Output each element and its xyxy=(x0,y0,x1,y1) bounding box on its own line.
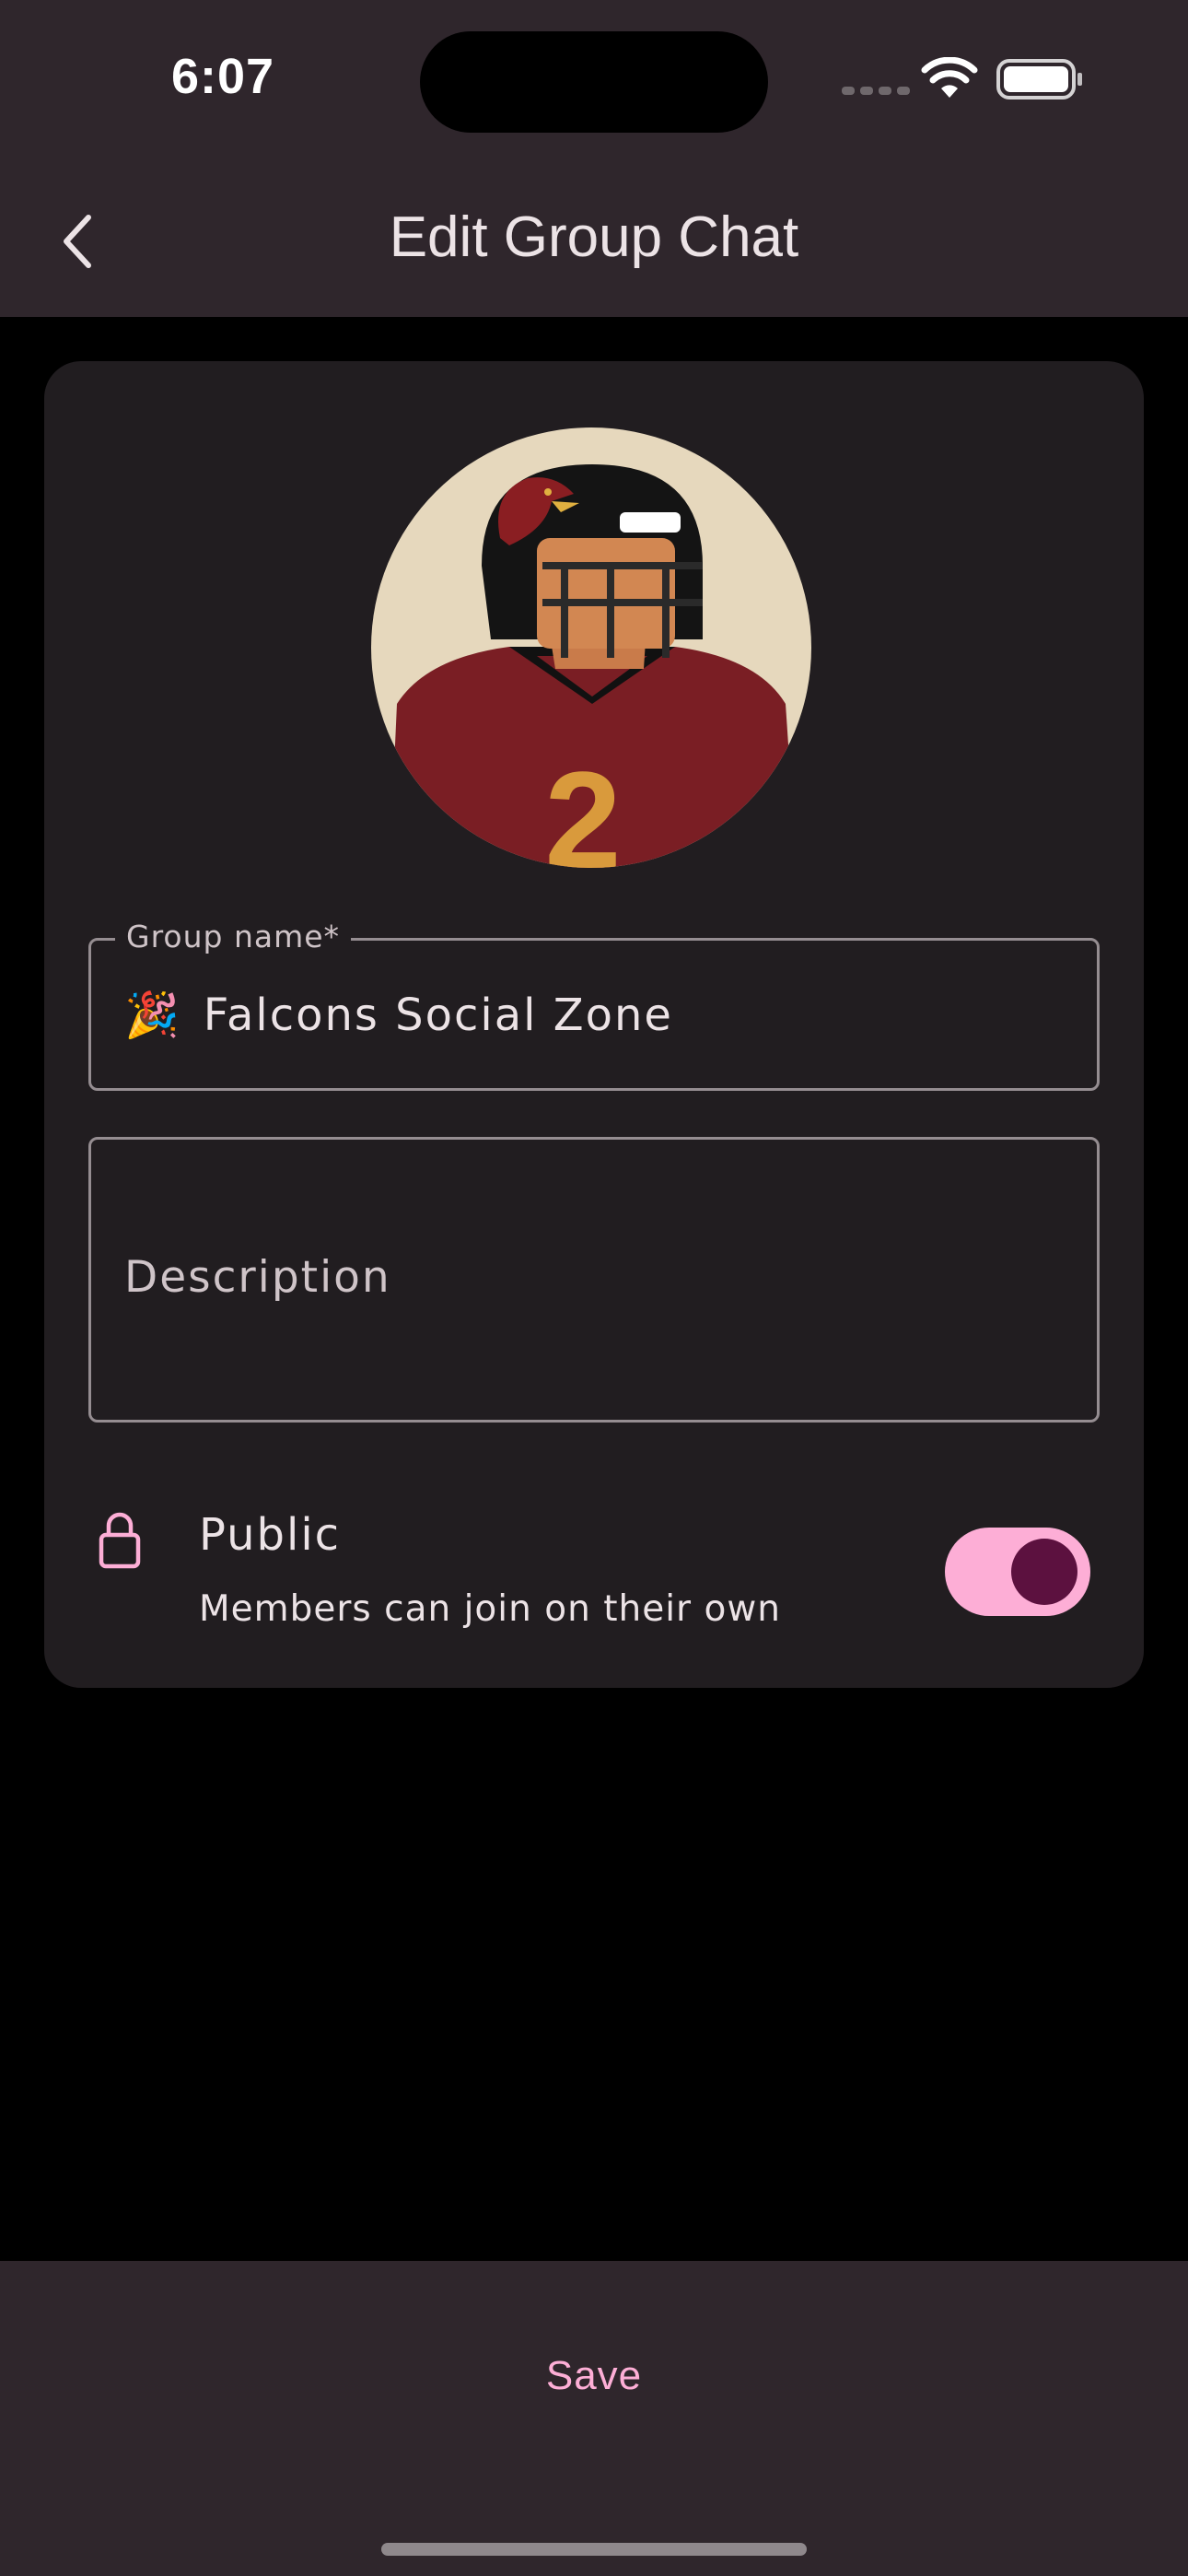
public-subtitle: Members can join on their own xyxy=(199,1588,781,1630)
public-toggle[interactable] xyxy=(945,1528,1090,1616)
group-name-value: 🎉 Falcons Social Zone xyxy=(124,989,673,1042)
football-player-avatar-image: 2 xyxy=(371,427,811,868)
party-popper-emoji: 🎉 xyxy=(124,989,181,1041)
page-title: Edit Group Chat xyxy=(389,205,799,269)
description-placeholder: Description xyxy=(124,1252,391,1303)
wifi-icon xyxy=(921,56,978,103)
public-title: Public xyxy=(199,1509,342,1561)
description-field[interactable]: Description xyxy=(88,1137,1100,1423)
group-name-text: Falcons Social Zone xyxy=(203,989,673,1041)
group-avatar[interactable]: 2 xyxy=(371,427,811,868)
toggle-knob xyxy=(1011,1539,1077,1605)
group-name-label: Group name* xyxy=(115,919,352,954)
top-app-bar: 6:07 Edit Group Chat xyxy=(0,0,1188,317)
save-button[interactable]: Save xyxy=(410,2325,778,2427)
bottom-action-bar: Save xyxy=(0,2261,1188,2576)
svg-text:2: 2 xyxy=(544,743,621,868)
dynamic-island xyxy=(420,31,768,133)
group-name-field[interactable]: Group name* 🎉 Falcons Social Zone xyxy=(88,919,1100,1091)
edit-group-card: 2 Group name* 🎉 Falcons Social Zone Desc… xyxy=(44,361,1144,1688)
battery-icon xyxy=(996,59,1085,103)
lock-icon xyxy=(98,1509,142,1574)
public-setting-row[interactable]: Public Members can join on their own xyxy=(44,1502,1144,1658)
status-time: 6:07 xyxy=(171,49,275,104)
home-indicator xyxy=(381,2543,807,2556)
cellular-signal-icon xyxy=(842,87,910,95)
